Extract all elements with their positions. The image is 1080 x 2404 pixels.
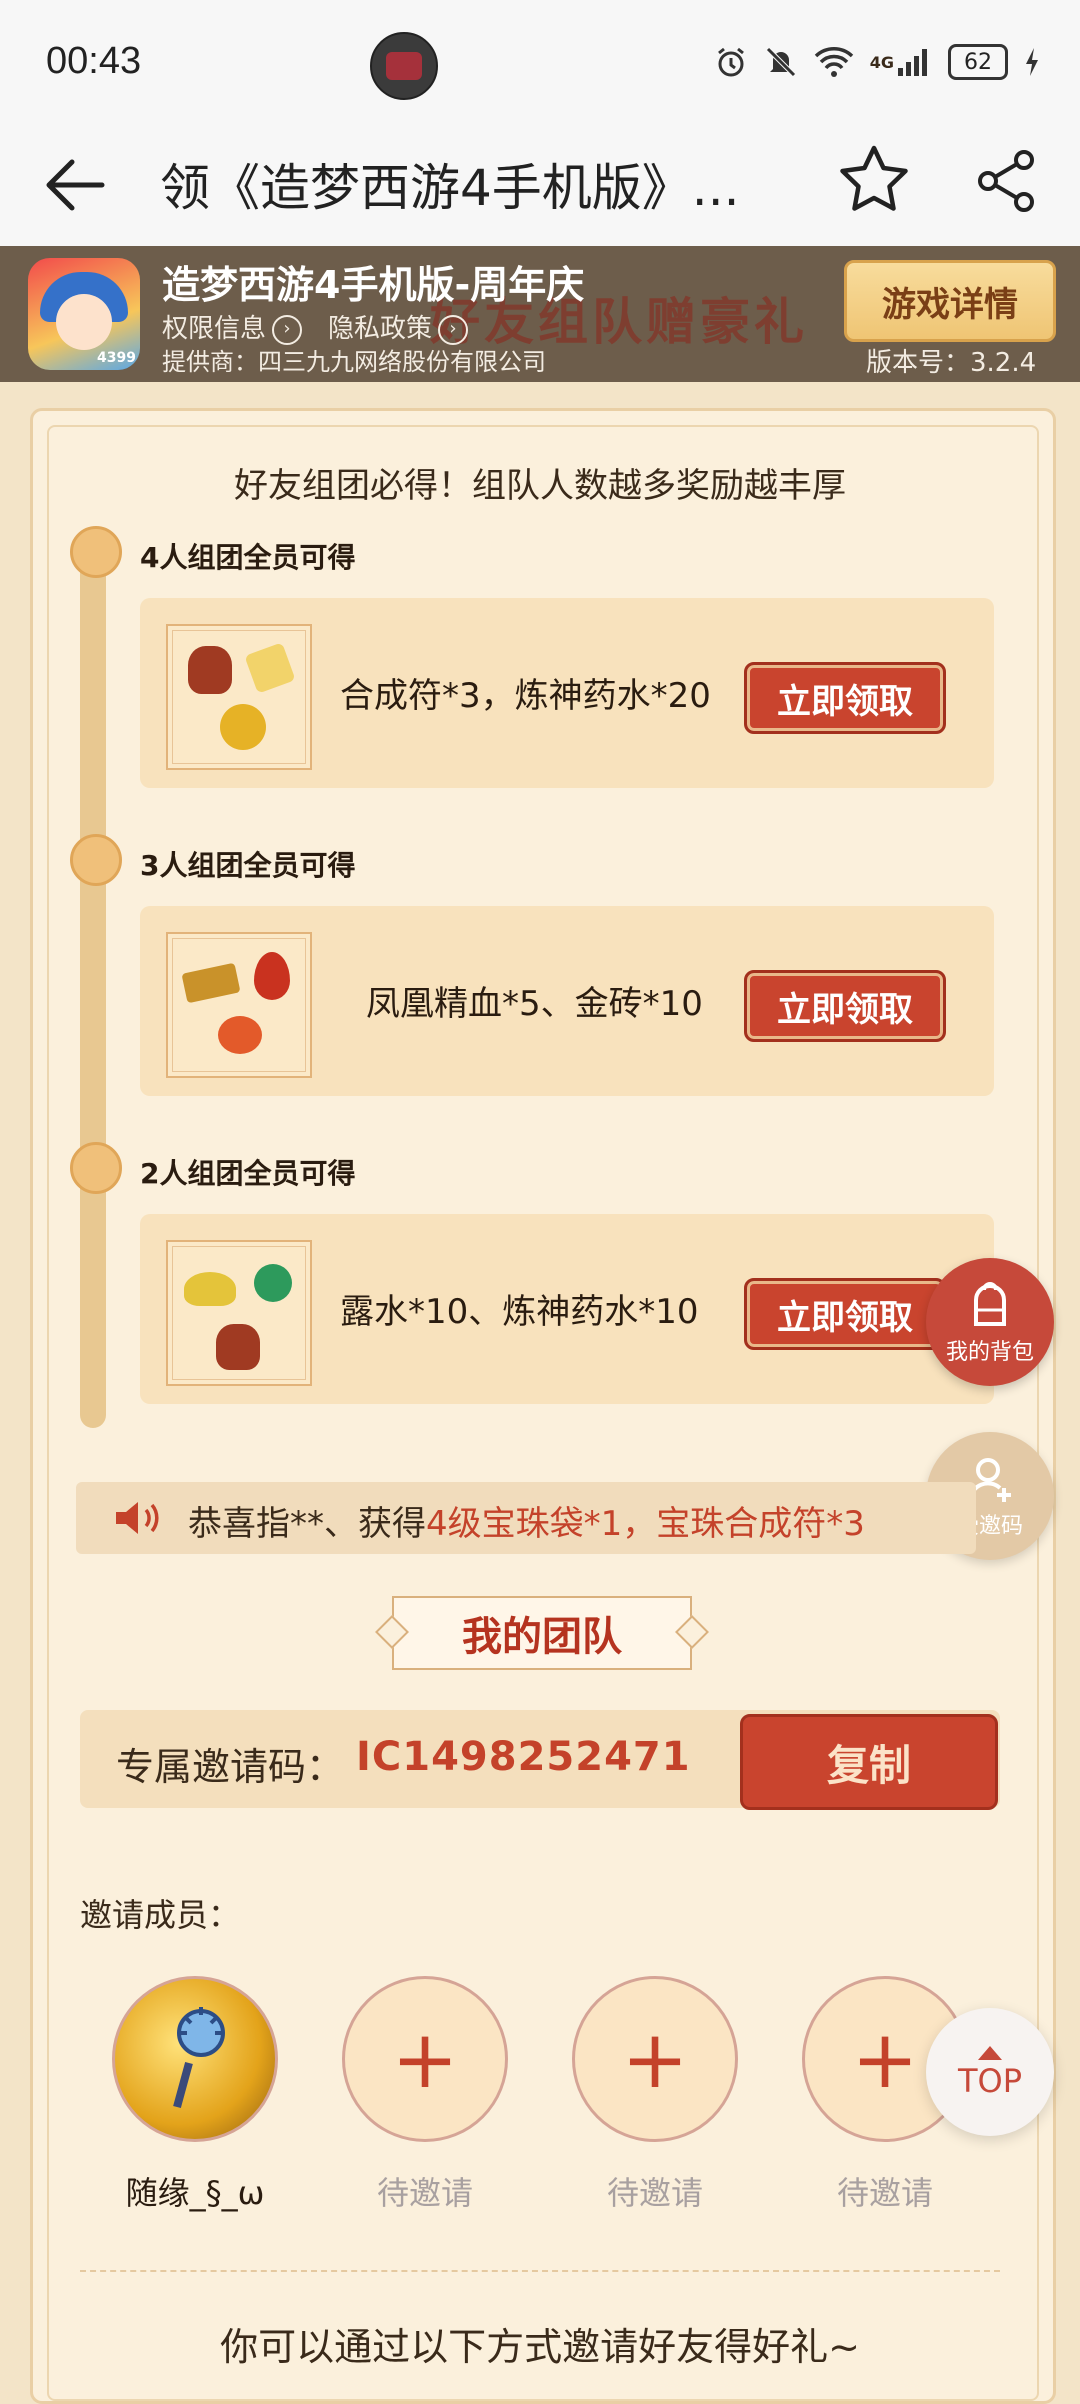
status-bar: 00:43 4G 62 xyxy=(0,0,1080,128)
backpack-icon xyxy=(974,1282,1006,1326)
speaker-icon xyxy=(116,1502,159,1534)
member-name: 随缘_§_ω xyxy=(125,2174,265,2212)
team-section-title: 我的团队 xyxy=(392,1596,692,1670)
tier-label: 3人组团全员可得 xyxy=(140,849,356,882)
invite-code-label: 专属邀请码： xyxy=(116,1745,345,1789)
game-detail-button[interactable]: 游戏详情 xyxy=(844,260,1056,342)
back-arrow-icon[interactable] xyxy=(40,150,120,220)
member-slot[interactable]: + 待邀请 xyxy=(572,1976,738,2214)
mace-icon xyxy=(173,2007,225,2109)
claim-button[interactable]: 立即领取 xyxy=(744,1278,946,1350)
member-slot[interactable]: 随缘_§_ω xyxy=(112,1976,278,2214)
share-icon[interactable] xyxy=(972,146,1052,226)
member-avatar xyxy=(112,1976,278,2142)
ticker-text: 恭喜指**、获得4级宝珠袋*1，宝珠合成符*3 xyxy=(188,1504,865,1544)
tier-reward-text: 露水*10、炼神药水*10 xyxy=(340,1292,699,1332)
charging-icon xyxy=(1024,44,1040,80)
tier-label: 4人组团全员可得 xyxy=(140,541,356,574)
signal-icon: 4G xyxy=(870,44,932,80)
member-slot[interactable]: + 待邀请 xyxy=(342,1976,508,2214)
claim-button[interactable]: 立即领取 xyxy=(744,662,946,734)
permissions-link[interactable]: 权限信息 › xyxy=(162,308,303,345)
gift-items-icon xyxy=(166,1240,312,1386)
battery-icon: 62 xyxy=(948,44,1008,80)
game-app-icon[interactable]: 4399 xyxy=(28,258,140,370)
member-name: 待邀请 xyxy=(606,2174,703,2212)
app-icon-badge: 4399 xyxy=(97,350,136,366)
claim-button[interactable]: 立即领取 xyxy=(744,970,946,1042)
status-time: 00:43 xyxy=(46,40,142,82)
invite-hint-text: 你可以通过以下方式邀请好友得好礼~ xyxy=(220,2325,860,2369)
mute-icon xyxy=(764,44,798,80)
version-text: 版本号：3.2.4 xyxy=(866,348,1037,378)
back-to-top-button[interactable]: TOP xyxy=(926,2008,1054,2136)
gift-items-icon xyxy=(166,932,312,1078)
tier-reward-card: 合成符*3，炼神药水*20 立即领取 xyxy=(140,598,994,788)
my-bag-button[interactable]: 我的背包 xyxy=(926,1258,1054,1386)
policy-links: 权限信息 › 隐私政策 › xyxy=(162,308,469,345)
add-member-icon: + xyxy=(342,1976,508,2142)
wifi-icon xyxy=(814,44,854,80)
timeline-dot xyxy=(70,834,122,886)
tier-reward-card: 露水*10、炼神药水*10 立即领取 xyxy=(140,1214,994,1404)
provider-text: 提供商：四三九九网络股份有限公司 xyxy=(162,348,546,376)
top-label: TOP xyxy=(957,2062,1023,2100)
timeline-dot xyxy=(70,1142,122,1194)
section-divider xyxy=(80,2270,1000,2272)
tier-reward-text: 合成符*3，炼神药水*20 xyxy=(340,676,711,716)
status-icons: 4G 62 xyxy=(714,42,1040,82)
chevron-right-icon: › xyxy=(272,314,303,345)
chevron-right-icon: › xyxy=(438,314,469,345)
favorite-star-icon[interactable] xyxy=(836,142,916,222)
nav-bar: 领《造梦西游4手机版》... xyxy=(0,128,1080,246)
announcement-ticker: 恭喜指**、获得4级宝珠袋*1，宝珠合成符*3 xyxy=(76,1482,976,1554)
member-name: 待邀请 xyxy=(376,2174,473,2212)
network-label: 4G xyxy=(869,52,894,72)
timeline-dot xyxy=(70,526,122,578)
copy-button[interactable]: 复制 xyxy=(740,1714,998,1810)
game-info-banner: 好友组队赠豪礼 4399 造梦西游4手机版-周年庆 权限信息 › 隐私政策 › 提供… xyxy=(0,246,1080,382)
notification-app-icon xyxy=(370,32,438,100)
members-label: 邀请成员： xyxy=(80,1896,241,1934)
page-title: 领《造梦西游4手机版》... xyxy=(160,159,740,217)
tier-reward-card: 凤凰精血*5、金砖*10 立即领取 xyxy=(140,906,994,1096)
invite-code-row: 专属邀请码： IC1498252471 复制 xyxy=(80,1710,1000,1810)
gift-items-icon xyxy=(166,624,312,770)
privacy-link[interactable]: 隐私政策 › xyxy=(328,308,469,345)
my-bag-label: 我的背包 xyxy=(945,1340,1034,1365)
add-member-icon: + xyxy=(572,1976,738,2142)
invite-code-value: IC1498252471 xyxy=(356,1734,691,1780)
tier-label: 2人组团全员可得 xyxy=(140,1157,356,1190)
alarm-icon xyxy=(714,44,748,80)
member-name: 待邀请 xyxy=(836,2174,933,2212)
rewards-subtitle: 好友组团必得！组队人数越多奖励越丰厚 xyxy=(234,466,846,506)
game-name: 造梦西游4手机版-周年庆 xyxy=(162,263,585,307)
tier-reward-text: 凤凰精血*5、金砖*10 xyxy=(366,984,703,1024)
tier-timeline xyxy=(80,548,106,1428)
arrow-up-icon xyxy=(978,2046,1002,2060)
